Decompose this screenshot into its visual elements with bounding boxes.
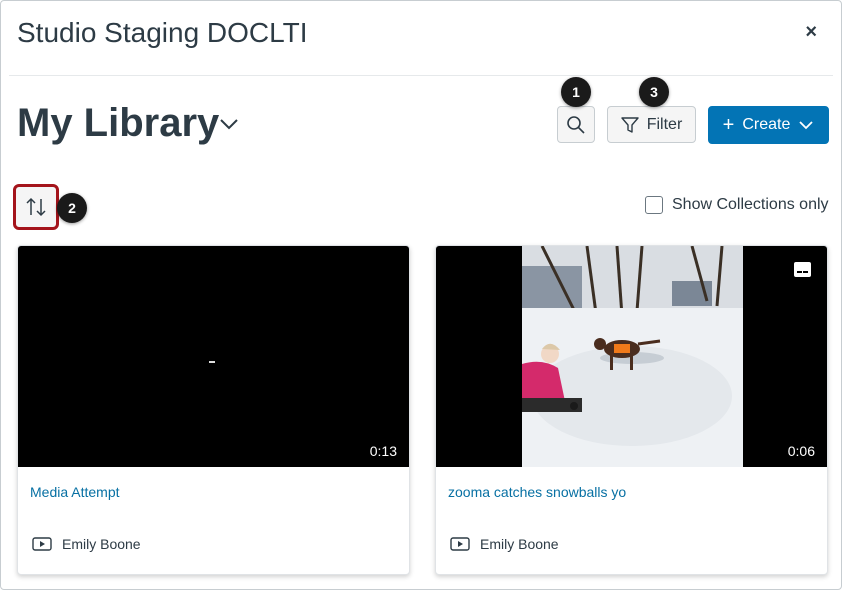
- chevron-down-icon: [799, 121, 813, 130]
- library-window: Studio Staging DOCLTI × My Library Filte…: [0, 0, 842, 590]
- media-title-link[interactable]: Media Attempt: [30, 484, 120, 500]
- video-icon: [32, 537, 52, 551]
- search-button[interactable]: [557, 106, 595, 143]
- show-collections-label: Show Collections only: [672, 196, 829, 213]
- plus-icon: +: [722, 114, 735, 136]
- media-card[interactable]: 0:13 Media Attempt Emily Boone: [17, 245, 410, 575]
- header: Studio Staging DOCLTI ×: [1, 1, 841, 75]
- header-divider: [9, 75, 833, 76]
- closed-captions-icon: [794, 262, 811, 277]
- filter-button[interactable]: Filter: [607, 106, 696, 143]
- media-duration: 0:13: [369, 443, 397, 459]
- filter-icon: [621, 116, 639, 133]
- media-author-row: Emily Boone: [450, 536, 559, 552]
- media-card[interactable]: 0:06 zooma catches snowballs yo Emily Bo…: [435, 245, 828, 575]
- app-title: Studio Staging DOCLTI: [17, 17, 308, 48]
- callout-sort: 2: [57, 193, 87, 223]
- filter-label: Filter: [646, 115, 683, 133]
- sort-button[interactable]: [13, 184, 59, 230]
- show-collections-toggle[interactable]: Show Collections only: [645, 196, 829, 214]
- show-collections-checkbox[interactable]: [645, 196, 663, 214]
- callout-search: 1: [561, 77, 591, 107]
- media-thumbnail[interactable]: 0:13: [18, 246, 409, 467]
- video-icon: [450, 537, 470, 551]
- sort-icon: [26, 197, 46, 217]
- create-label: Create: [742, 116, 791, 133]
- media-title-link[interactable]: zooma catches snowballs yo: [448, 484, 626, 500]
- media-author-row: Emily Boone: [32, 536, 141, 552]
- snow-dog-photo: [522, 246, 743, 467]
- media-author: Emily Boone: [480, 536, 559, 552]
- media-duration: 0:06: [787, 443, 815, 459]
- chevron-down-icon[interactable]: [218, 113, 240, 135]
- thumbnail-artifact: [209, 361, 215, 363]
- library-title: My Library: [17, 101, 220, 145]
- media-author: Emily Boone: [62, 536, 141, 552]
- close-button[interactable]: ×: [805, 21, 817, 44]
- search-icon: [567, 115, 585, 134]
- media-thumbnail[interactable]: 0:06: [436, 246, 827, 467]
- callout-filter: 3: [639, 77, 669, 107]
- create-button[interactable]: + Create: [708, 106, 829, 144]
